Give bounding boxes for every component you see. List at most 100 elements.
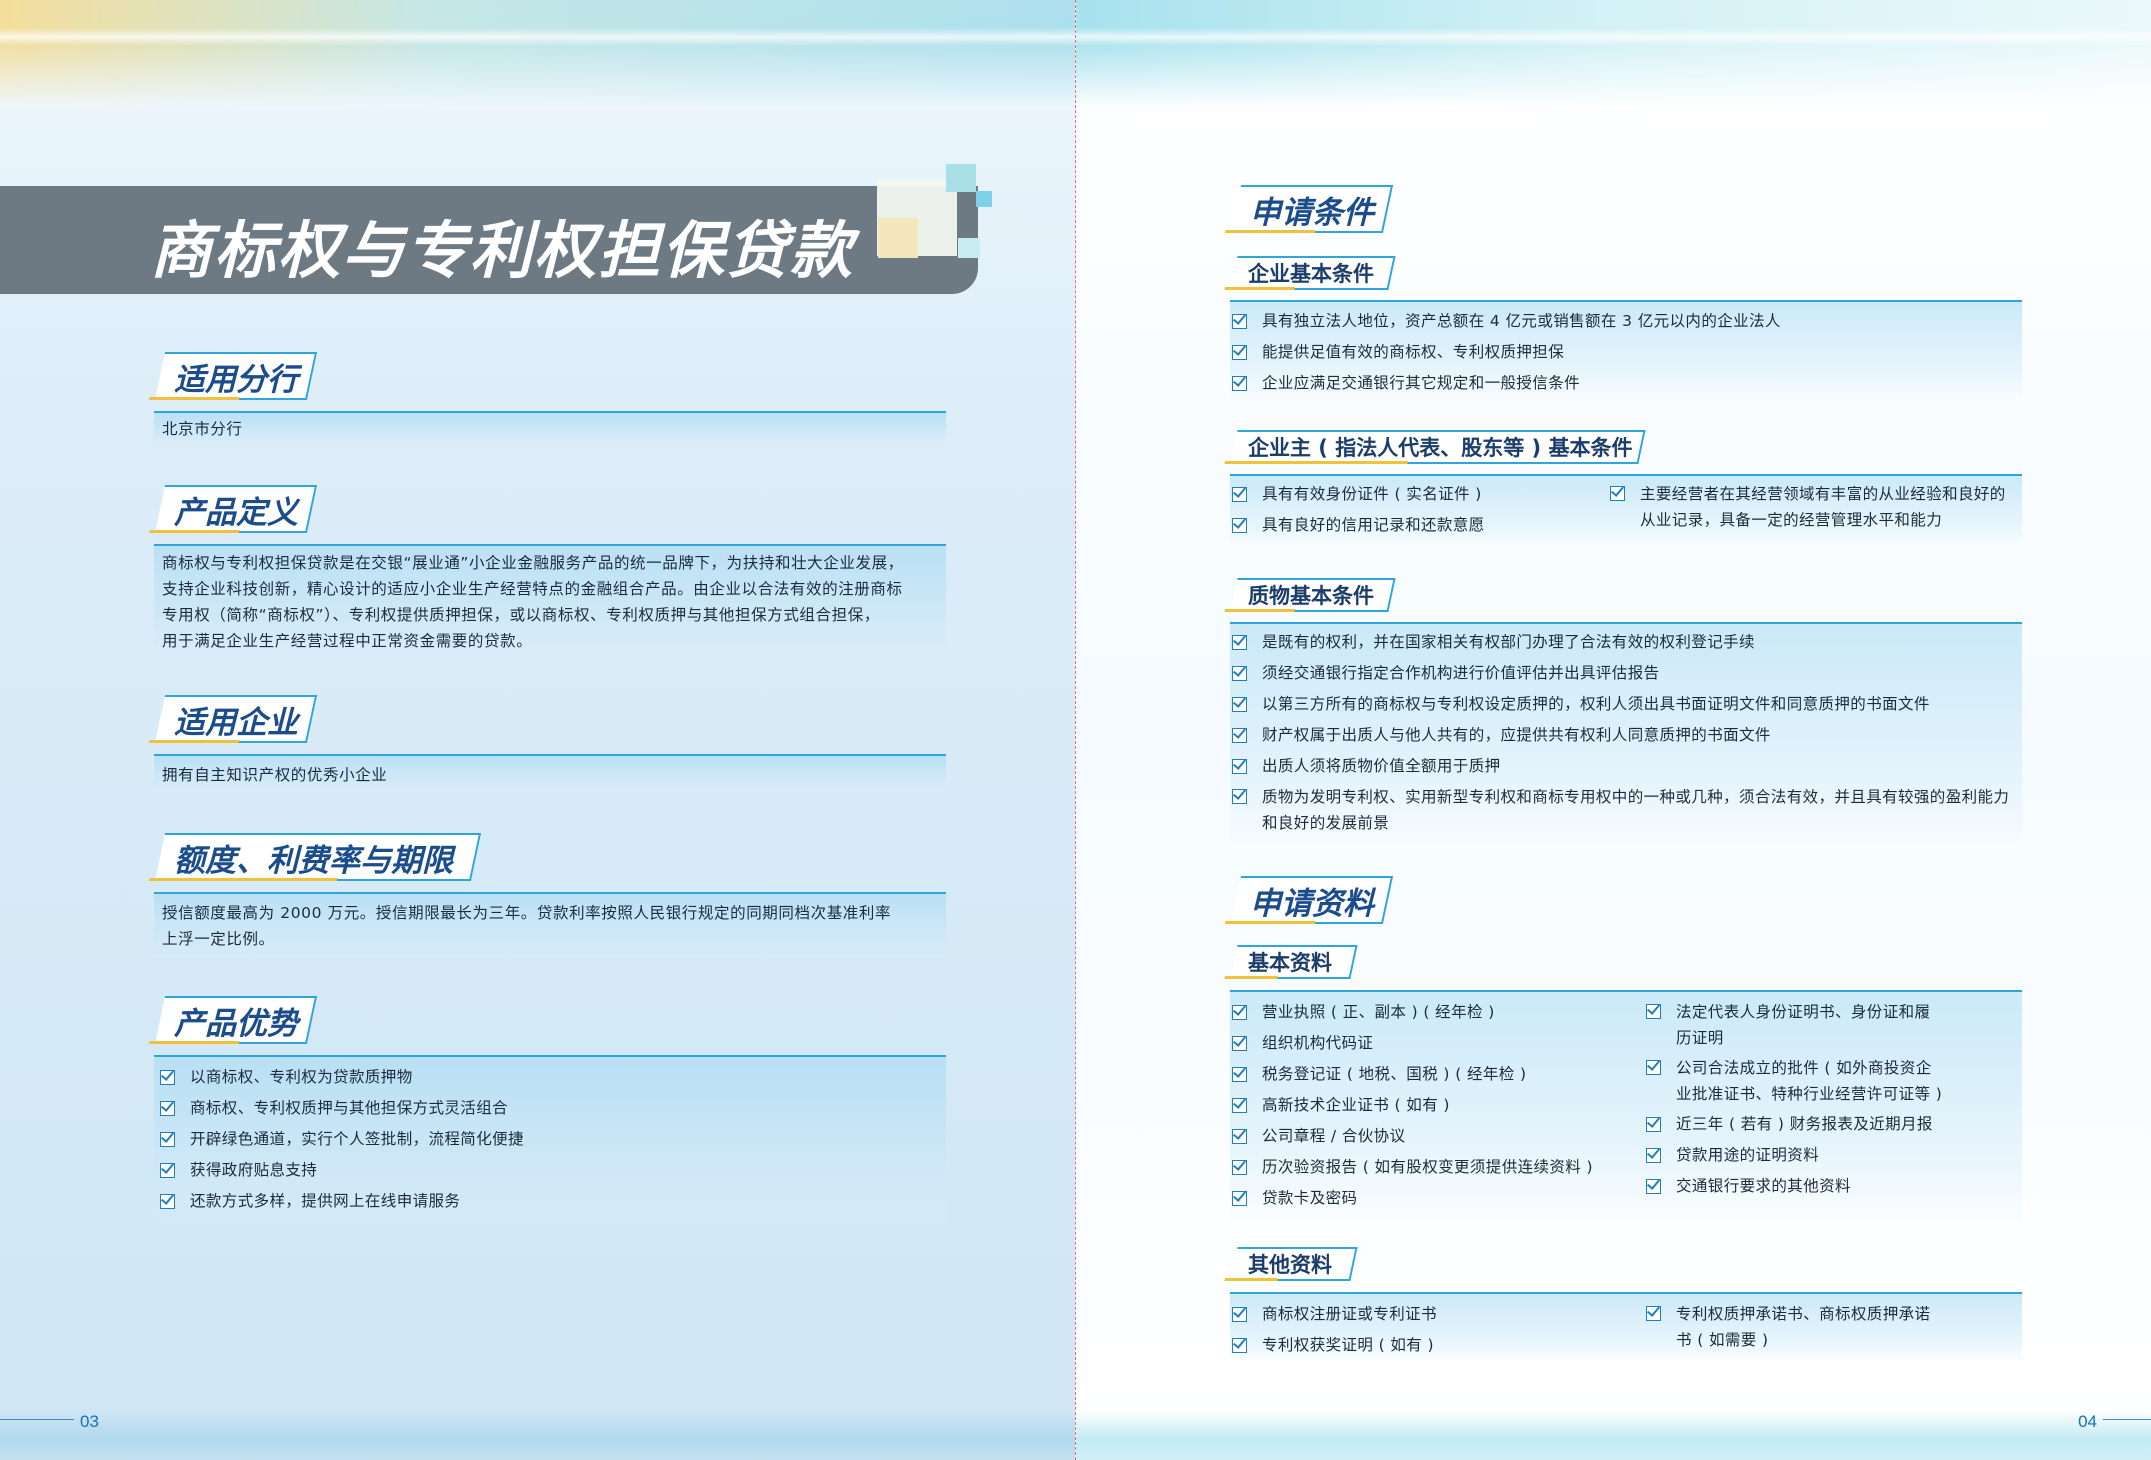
checkbox-icon — [1232, 789, 1247, 804]
checkbox-icon — [1232, 1129, 1247, 1144]
list-item: 商标权、专利权质押与其他担保方式灵活组合 — [160, 1093, 524, 1124]
checkbox-icon — [1232, 1160, 1247, 1175]
limits-text: 授信额度最高为 2000 万元。授信期限最长为三年。贷款利率按照人民银行规定的同… — [162, 900, 942, 952]
pledge-basic-list: 是既有的权利，并在国家相关有权部门办理了合法有效的权利登记手续 须经交通银行指定… — [1232, 627, 2018, 838]
section-heading-branch: 适用分行 — [154, 352, 318, 400]
enterprise-basic-list: 具有独立法人地位，资产总额在 4 亿元或销售额在 3 亿元以内的企业法人 能提供… — [1232, 306, 1781, 399]
checkbox-icon — [1232, 1338, 1247, 1353]
checkbox-icon — [1646, 1060, 1661, 1075]
list-item: 以商标权、专利权为贷款质押物 — [160, 1062, 524, 1093]
bottom-color-band — [1076, 1410, 2151, 1460]
checkbox-icon — [160, 1070, 175, 1085]
list-item: 高新技术企业证书 ( 如有 ) — [1232, 1090, 1593, 1121]
checkbox-icon — [1232, 314, 1247, 329]
subheading-basic-materials: 基本资料 — [1230, 945, 1358, 979]
definition-line: 支持企业科技创新，精心设计的适应小企业生产经营特点的金融组合产品。由企业以合法有… — [162, 580, 903, 598]
checkbox-icon — [1646, 1004, 1661, 1019]
checkbox-icon — [1232, 728, 1247, 743]
list-item: 公司章程 / 合伙协议 — [1232, 1121, 1593, 1152]
list-item: 税务登记证 ( 地税、国税 ) ( 经年检 ) — [1232, 1059, 1593, 1090]
checkbox-icon — [1646, 1148, 1661, 1163]
checkbox-icon — [1232, 697, 1247, 712]
list-item: 以第三方所有的商标权与专利权设定质押的，权利人须出具书面证明文件和同意质押的书面… — [1232, 689, 2018, 720]
section-heading-definition: 产品定义 — [154, 485, 318, 533]
list-item: 是既有的权利，并在国家相关有权部门办理了合法有效的权利登记手续 — [1232, 627, 2018, 658]
checkbox-icon — [1646, 1117, 1661, 1132]
page-number-rule — [2103, 1419, 2151, 1420]
bottom-color-band — [0, 1410, 1075, 1460]
section-heading-conditions: 申请条件 — [1230, 185, 1394, 233]
checkbox-icon — [1232, 1191, 1247, 1206]
section-heading-enterprise: 适用企业 — [154, 695, 318, 743]
checkbox-icon — [1232, 1005, 1247, 1020]
checkbox-icon — [1232, 1036, 1247, 1051]
subheading-enterprise-basic: 企业基本条件 — [1230, 256, 1396, 290]
list-item: 质物为发明专利权、实用新型专利权和商标专用权中的一种或几种，须合法有效，并且具有… — [1232, 782, 2018, 838]
checkbox-icon — [160, 1194, 175, 1209]
limits-line: 授信额度最高为 2000 万元。授信期限最长为三年。贷款利率按照人民银行规定的同… — [162, 904, 892, 922]
subheading-pledge-basic: 质物基本条件 — [1230, 578, 1396, 612]
checkbox-icon — [1232, 1067, 1247, 1082]
list-item: 营业执照 ( 正、副本 ) ( 经年检 ) — [1232, 997, 1593, 1028]
checkbox-icon — [160, 1101, 175, 1116]
page-fold-line — [1075, 0, 1076, 1460]
advantages-list: 以商标权、专利权为贷款质押物 商标权、专利权质押与其他担保方式灵活组合 开辟绿色… — [160, 1062, 524, 1217]
definition-text: 商标权与专利权担保贷款是在交银“展业通”小企业金融服务产品的统一品牌下，为扶持和… — [162, 550, 942, 654]
section-heading-materials: 申请资料 — [1230, 876, 1394, 924]
definition-line: 专用权（简称“商标权”）、专利权提供质押担保，或以商标权、专利权质押与其他担保方… — [162, 606, 880, 624]
checkbox-icon — [1232, 487, 1247, 502]
list-item: 具有独立法人地位，资产总额在 4 亿元或销售额在 3 亿元以内的企业法人 — [1232, 306, 1781, 337]
list-item: 公司合法成立的批件 ( 如外商投资企业批准证书、特种行业经营许可证等 ) — [1646, 1053, 1946, 1109]
list-item: 开辟绿色通道，实行个人签批制，流程简化便捷 — [160, 1124, 524, 1155]
list-item: 近三年 ( 若有 ) 财务报表及近期月报 — [1646, 1109, 1946, 1140]
list-item: 能提供足值有效的商标权、专利权质押担保 — [1232, 337, 1781, 368]
brochure-spread: 商标权与专利权担保贷款 适用分行 北京市分行 产品定义 商标权与专利权担保贷款是… — [0, 0, 2151, 1460]
list-item: 交通银行要求的其他资料 — [1646, 1171, 1946, 1202]
page-number-rule — [0, 1419, 74, 1420]
decorative-square — [878, 218, 918, 258]
definition-line: 用于满足企业生产经营过程中正常资金需要的贷款。 — [162, 632, 533, 650]
top-color-band — [1076, 0, 2151, 110]
left-page: 商标权与专利权担保贷款 适用分行 北京市分行 产品定义 商标权与专利权担保贷款是… — [0, 0, 1075, 1460]
checkbox-icon — [1232, 759, 1247, 774]
list-item: 商标权注册证或专利证书 — [1232, 1299, 1437, 1330]
list-item: 贷款卡及密码 — [1232, 1183, 1593, 1214]
checkbox-icon — [160, 1132, 175, 1147]
list-item: 还款方式多样，提供网上在线申请服务 — [160, 1186, 524, 1217]
right-page: 申请条件 企业基本条件 具有独立法人地位，资产总额在 4 亿元或销售额在 3 亿… — [1076, 0, 2151, 1460]
list-item: 出质人须将质物价值全额用于质押 — [1232, 751, 2018, 782]
checkbox-icon — [1232, 635, 1247, 650]
checkbox-icon — [1232, 518, 1247, 533]
top-color-band — [0, 0, 1075, 110]
list-item: 历次验资报告 ( 如有股权变更须提供连续资料 ) — [1232, 1152, 1593, 1183]
page-title: 商标权与专利权担保贷款 — [150, 214, 855, 287]
checkbox-icon — [1232, 666, 1247, 681]
owner-basic-list-right: 主要经营者在其经营领域有丰富的从业经验和良好的从业记录，具备一定的经营管理水平和… — [1610, 479, 2010, 535]
other-materials-list-right: 专利权质押承诺书、商标权质押承诺书 ( 如需要 ) — [1646, 1299, 1946, 1355]
list-item: 企业应满足交通银行其它规定和一般授信条件 — [1232, 368, 1781, 399]
checkbox-icon — [1646, 1179, 1661, 1194]
list-item: 专利权获奖证明 ( 如有 ) — [1232, 1330, 1437, 1361]
list-item: 主要经营者在其经营领域有丰富的从业经验和良好的从业记录，具备一定的经营管理水平和… — [1610, 479, 2010, 535]
branch-text: 北京市分行 — [162, 420, 243, 438]
branch-box — [154, 411, 946, 447]
checkbox-icon — [1610, 486, 1625, 501]
definition-line: 商标权与专利权担保贷款是在交银“展业通”小企业金融服务产品的统一品牌下，为扶持和… — [162, 554, 904, 572]
list-item: 须经交通银行指定合作机构进行价值评估并出具评估报告 — [1232, 658, 2018, 689]
checkbox-icon — [1232, 376, 1247, 391]
list-item: 组织机构代码证 — [1232, 1028, 1593, 1059]
list-item: 获得政府贴息支持 — [160, 1155, 524, 1186]
list-item: 具有良好的信用记录和还款意愿 — [1232, 510, 1485, 541]
subheading-other-materials: 其他资料 — [1230, 1247, 1358, 1281]
owner-basic-list-left: 具有有效身份证件 ( 实名证件 ) 具有良好的信用记录和还款意愿 — [1232, 479, 1485, 541]
list-item: 专利权质押承诺书、商标权质押承诺书 ( 如需要 ) — [1646, 1299, 1946, 1355]
subheading-owner-basic: 企业主 ( 指法人代表、股东等 ) 基本条件 — [1230, 430, 1646, 464]
page-number: 04 — [2078, 1412, 2097, 1431]
decorative-square — [958, 238, 980, 258]
checkbox-icon — [1232, 1307, 1247, 1322]
enterprise-text: 拥有自主知识产权的优秀小企业 — [162, 766, 388, 784]
list-item: 具有有效身份证件 ( 实名证件 ) — [1232, 479, 1485, 510]
checkbox-icon — [160, 1163, 175, 1178]
limits-line: 上浮一定比例。 — [162, 930, 275, 948]
decorative-square — [976, 191, 992, 207]
